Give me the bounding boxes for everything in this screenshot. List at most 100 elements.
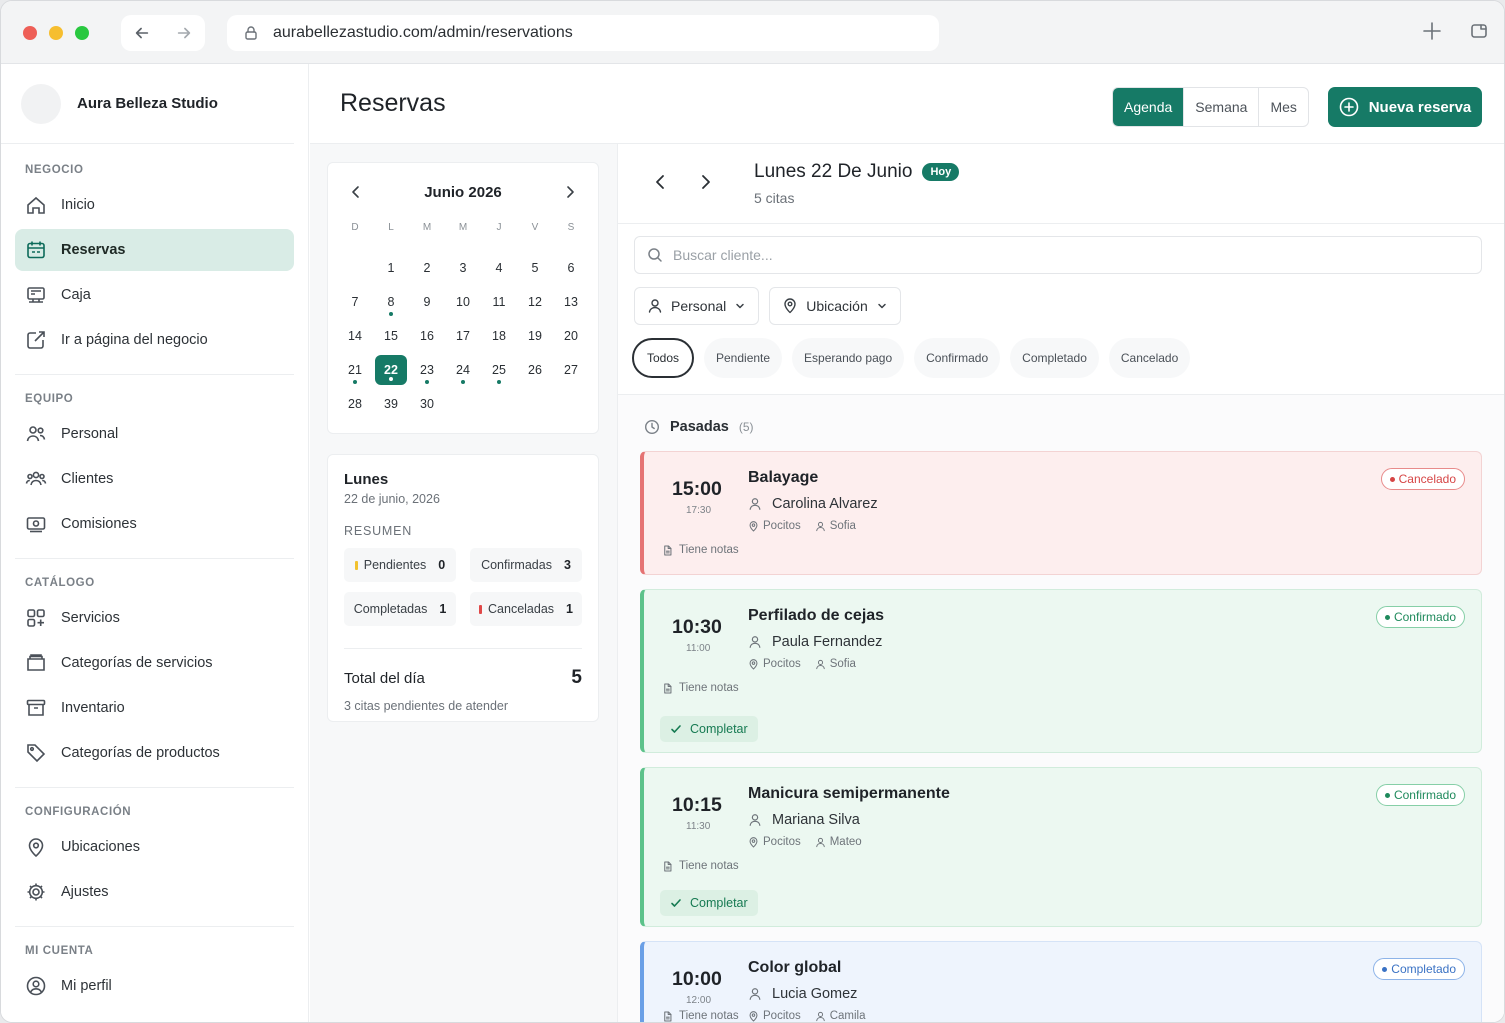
status-label: Confirmado (1393, 788, 1456, 802)
calendar-day[interactable]: 11 (481, 285, 517, 319)
nav-section: CONFIGURACIÓN Ubicaciones Ajustes (1, 788, 308, 926)
sidebar-item-mi-perfil[interactable]: Mi perfil (15, 965, 294, 1007)
minimize-window-button[interactable] (49, 26, 63, 40)
sidebar-item-ubicaciones[interactable]: Ubicaciones (15, 826, 294, 868)
sidebar-item-comisiones[interactable]: Comisiones (15, 503, 294, 545)
status-dot (1389, 476, 1395, 482)
status-tab[interactable]: Todos (632, 338, 694, 378)
new-tab-plus-icon[interactable] (1422, 21, 1442, 41)
calendar-month: Junio 2026 (424, 183, 502, 201)
users-icon (26, 426, 46, 442)
calendar-day-number: 4 (495, 261, 503, 275)
calendar-column: Junio 2026 D L M M J V S 1 2 3 4 5 6 7 8 9 10 11 12 13 14 15 1… (310, 144, 618, 1022)
calendar-day[interactable]: 17 (445, 319, 481, 353)
calendar-day-number: 7 (351, 295, 359, 309)
calendar-day-number: 1 (387, 261, 395, 275)
location-filter-dropdown[interactable]: Ubicación (769, 287, 901, 325)
calendar-day[interactable]: 3 (445, 251, 481, 285)
view-agenda-button[interactable]: Agenda (1113, 88, 1185, 126)
calendar-day[interactable]: 23 (409, 353, 445, 387)
url-text: aurabellezastudio.com/admin/reservations (273, 24, 573, 41)
calendar-day[interactable]: 15 (373, 319, 409, 353)
calendar-day[interactable]: 13 (553, 285, 589, 319)
calendar-day[interactable]: 30 (409, 387, 445, 421)
sidebar-item-personal[interactable]: Personal (15, 413, 294, 455)
new-reservation-button[interactable]: Nueva reserva (1328, 87, 1482, 127)
status-tab[interactable]: Completado (1010, 338, 1099, 378)
calendar-day[interactable]: 12 (517, 285, 553, 319)
calendar-day[interactable]: 10 (445, 285, 481, 319)
calendar-day[interactable]: 1 (373, 251, 409, 285)
prev-month-chevron-icon[interactable] (348, 184, 364, 200)
page-title: Reservas (340, 89, 446, 117)
view-semana-button[interactable]: Semana (1184, 88, 1260, 126)
sidebar-item-reservas[interactable]: Reservas (15, 229, 294, 271)
appointment-card[interactable]: 10:00 12:00 Color global Lucia Gomez Pocitos… (640, 941, 1482, 1022)
calendar-day[interactable]: 7 (337, 285, 373, 319)
sidebar-item-ir-a-pagina-del-negocio[interactable]: Ir a página del negocio (15, 319, 294, 361)
appointment-card[interactable]: 15:00 17:30 Balayage Carolina Alvarez Pocito… (640, 451, 1482, 575)
status-tab[interactable]: Pendiente (704, 338, 783, 378)
calendar-day[interactable]: 2 (409, 251, 445, 285)
appointment-card[interactable]: 10:30 11:00 Perfilado de cejas Paula Fernan… (640, 589, 1482, 753)
sidebar-item-clientes[interactable]: Clientes (15, 458, 294, 500)
sidebar-item-servicios[interactable]: Servicios (15, 597, 294, 639)
calendar-day[interactable]: 39 (373, 387, 409, 421)
calendar-grid: D L M M J V S 1 2 3 4 5 6 7 8 9 10 11 12 13 14 15 16 17 18 19 20 21… (328, 221, 598, 421)
day-header: Lunes 22 De Junio Hoy 5 citas (618, 144, 1504, 224)
status-tab[interactable]: Confirmado (914, 338, 1001, 378)
search-input[interactable] (673, 247, 1453, 263)
calendar-day[interactable]: 18 (481, 319, 517, 353)
calendar-day-number: 24 (456, 363, 470, 377)
calendar-day[interactable]: 5 (517, 251, 553, 285)
sidebar-item-inicio[interactable]: Inicio (15, 184, 294, 226)
person-icon (815, 837, 825, 847)
appointment-meta: Pocitos Camila (748, 1010, 866, 1022)
browser-actions (1422, 21, 1488, 41)
appointment-location: Pocitos (748, 836, 801, 848)
forward-arrow-icon[interactable] (175, 24, 193, 42)
close-window-button[interactable] (23, 26, 37, 40)
lock-icon (245, 26, 257, 40)
calendar-day[interactable]: 19 (517, 319, 553, 353)
calendar-day[interactable]: 21 (337, 353, 373, 387)
next-day-chevron-icon[interactable] (696, 172, 716, 192)
person-icon (815, 521, 825, 531)
calendar-day[interactable]: 4 (481, 251, 517, 285)
calendar-day[interactable]: 14 (337, 319, 373, 353)
complete-appointment-button[interactable]: Completar (660, 890, 758, 916)
browser-window: aurabellezastudio.com/admin/reservations… (0, 0, 1505, 1023)
sidebar-item-categorias-de-servicios[interactable]: Categorías de servicios (15, 642, 294, 684)
calendar-day[interactable]: 27 (553, 353, 589, 387)
calendar-day[interactable]: 20 (553, 319, 589, 353)
today-badge: Hoy (922, 163, 960, 181)
calendar-day[interactable]: 28 (337, 387, 373, 421)
sidebar-item-caja[interactable]: Caja (15, 274, 294, 316)
tab-overview-icon[interactable] (1470, 22, 1488, 40)
calendar-day[interactable]: 16 (409, 319, 445, 353)
calendar-day[interactable]: 6 (553, 251, 589, 285)
complete-appointment-button[interactable]: Completar (660, 716, 758, 742)
calendar-day[interactable]: 24 (445, 353, 481, 387)
calendar-day[interactable]: 26 (517, 353, 553, 387)
view-mes-button[interactable]: Mes (1259, 88, 1307, 126)
sidebar-item-ajustes[interactable]: Ajustes (15, 871, 294, 913)
calendar-day[interactable]: 25 (481, 353, 517, 387)
status-tab[interactable]: Cancelado (1108, 338, 1191, 378)
calendar-day[interactable]: 22 (373, 353, 409, 387)
back-arrow-icon[interactable] (133, 24, 151, 42)
day-title: Lunes 22 De Junio Hoy (754, 161, 960, 183)
next-month-chevron-icon[interactable] (562, 184, 578, 200)
appointment-card[interactable]: 10:15 11:30 Manicura semipermanente Mariana… (640, 767, 1482, 927)
appointment-dot (425, 380, 429, 384)
address-bar[interactable]: aurabellezastudio.com/admin/reservations (227, 15, 939, 51)
sidebar-item-inventario[interactable]: Inventario (15, 687, 294, 729)
calendar-day[interactable]: 8 (373, 285, 409, 319)
staff-filter-dropdown[interactable]: Personal (634, 287, 760, 325)
status-tab[interactable]: Esperando pago (792, 338, 905, 378)
money-icon (26, 517, 46, 533)
sidebar-item-categorias-de-productos[interactable]: Categorías de productos (15, 732, 294, 774)
calendar-day[interactable]: 9 (409, 285, 445, 319)
zoom-window-button[interactable] (75, 26, 89, 40)
prev-day-chevron-icon[interactable] (650, 172, 670, 192)
